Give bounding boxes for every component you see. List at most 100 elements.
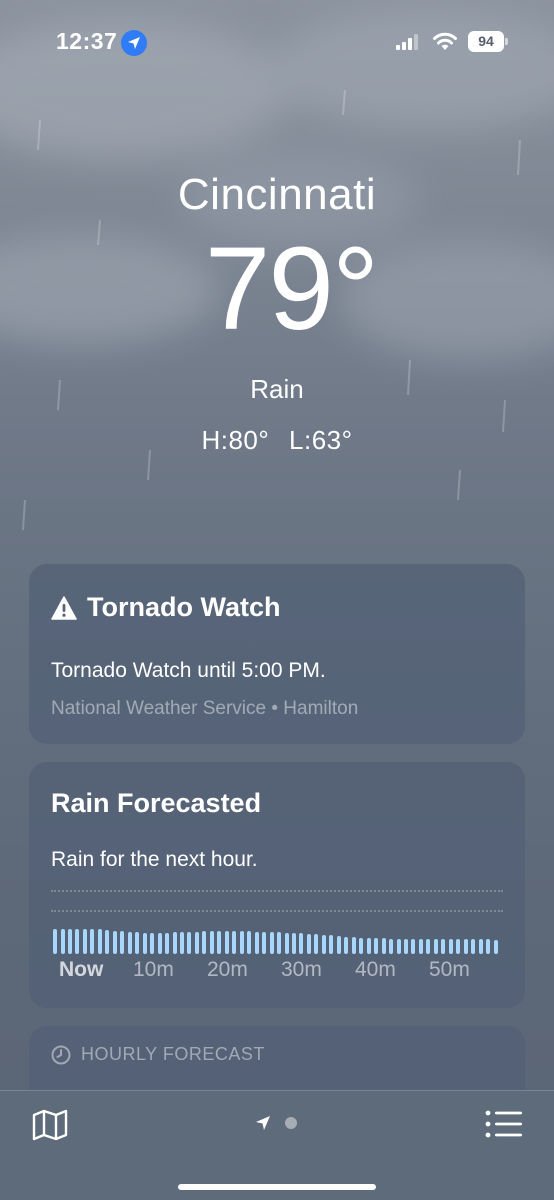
- tornado-watch-card[interactable]: Tornado Watch Tornado Watch until 5:00 P…: [29, 564, 525, 744]
- hourly-forecast-heading: HOURLY FORECAST: [51, 1044, 265, 1065]
- clock-icon: [51, 1045, 71, 1064]
- precipitation-bar: [441, 939, 446, 954]
- time-axis: Now 10m 20m 30m 40m 50m: [57, 958, 517, 984]
- wifi-icon: [433, 32, 457, 50]
- precipitation-bar: [426, 939, 431, 954]
- page-indicator[interactable]: [255, 1115, 297, 1131]
- time-tick-label: 50m: [429, 958, 470, 981]
- precipitation-bar: [493, 939, 498, 954]
- tornado-watch-heading: Tornado Watch: [51, 592, 280, 623]
- precipitation-bar: [179, 932, 184, 954]
- precipitation-bar: [359, 937, 364, 954]
- map-icon[interactable]: [30, 1107, 70, 1143]
- chart-gridline: [51, 890, 503, 892]
- precipitation-bar: [329, 935, 334, 954]
- precipitation-bar: [336, 936, 341, 954]
- precipitation-bar: [209, 930, 214, 954]
- precipitation-bar: [142, 932, 147, 954]
- low-temperature: L:63°: [289, 425, 353, 455]
- time-tick-label: 20m: [207, 958, 248, 981]
- precipitation-bar: [403, 939, 408, 954]
- precipitation-bar: [471, 939, 476, 954]
- city-name: Cincinnati: [177, 170, 377, 219]
- rain-forecast-title: Rain Forecasted: [51, 788, 262, 818]
- precipitation-bar: [456, 939, 461, 954]
- precipitation-bar: [217, 930, 222, 954]
- precipitation-bar: [277, 932, 281, 954]
- precipitation-bar: [150, 933, 155, 954]
- precipitation-bar: [478, 939, 483, 954]
- rain-forecast-card[interactable]: Rain Forecasted Rain for the next hour. …: [29, 762, 525, 1008]
- hourly-forecast-label: HOURLY FORECAST: [81, 1044, 265, 1064]
- current-location-arrow-icon[interactable]: [255, 1115, 271, 1131]
- precipitation-bar: [112, 930, 117, 954]
- high-low: H:80° L:63°: [0, 425, 554, 456]
- current-conditions: Cincinnati 79° Rain H:80° L:63°: [0, 170, 554, 456]
- current-temperature: 79°: [204, 223, 379, 355]
- precipitation-chart: [51, 884, 503, 954]
- precipitation-bar: [97, 929, 102, 954]
- precipitation-bar: [389, 938, 393, 954]
- precipitation-bar: [433, 939, 438, 954]
- precipitation-bar: [239, 930, 244, 954]
- precipitation-bar: [306, 933, 311, 954]
- precipitation-bar: [344, 936, 349, 954]
- precipitation-bar: [448, 939, 453, 954]
- battery-icon: 94: [468, 31, 508, 52]
- home-indicator[interactable]: [178, 1184, 376, 1190]
- precipitation-bar: [314, 934, 319, 954]
- precipitation-bar: [172, 932, 177, 954]
- precipitation-bar: [396, 939, 401, 954]
- precipitation-bar: [284, 932, 289, 954]
- precipitation-bar: [194, 931, 199, 954]
- precipitation-bar: [67, 928, 72, 954]
- precipitation-bar: [135, 932, 140, 954]
- time-tick-label: Now: [59, 958, 104, 981]
- precipitation-bar: [299, 933, 304, 954]
- tornado-watch-title: Tornado Watch: [87, 592, 281, 622]
- precipitation-bar: [247, 931, 252, 954]
- cellular-signal-icon: [396, 34, 418, 50]
- precipitation-bar: [254, 931, 259, 954]
- precipitation-bar: [351, 937, 356, 954]
- precipitation-bar: [60, 928, 65, 954]
- page-dot[interactable]: [285, 1117, 297, 1129]
- precipitation-bar: [53, 929, 57, 954]
- precipitation-bars: [53, 924, 501, 954]
- time-tick-label: 40m: [355, 958, 396, 981]
- high-temperature: H:80°: [201, 425, 270, 455]
- rain-forecast-body: Rain for the next hour.: [51, 848, 258, 871]
- precipitation-bar: [374, 938, 379, 954]
- location-list-icon[interactable]: [484, 1109, 524, 1139]
- precipitation-bar: [366, 937, 371, 954]
- precipitation-bar: [120, 931, 125, 954]
- precipitation-bar: [381, 938, 386, 954]
- precipitation-bar: [463, 939, 468, 954]
- chart-gridline: [51, 910, 503, 912]
- precipitation-bar: [486, 939, 491, 954]
- time-tick-label: 30m: [281, 958, 322, 981]
- battery-level: 94: [468, 31, 504, 52]
- precipitation-bar: [202, 931, 207, 954]
- precipitation-bar: [232, 930, 237, 954]
- precipitation-bar: [291, 933, 296, 954]
- precipitation-bar: [127, 931, 132, 954]
- precipitation-bar: [157, 933, 162, 954]
- precipitation-bar: [165, 932, 169, 954]
- precipitation-bar: [262, 931, 267, 954]
- tornado-watch-body: Tornado Watch until 5:00 PM.: [51, 659, 326, 682]
- clock-time: 12:37: [56, 28, 118, 54]
- status-bar: 12:37 94: [0, 0, 554, 80]
- location-arrow-icon: [121, 30, 147, 56]
- precipitation-bar: [411, 939, 416, 954]
- bottom-toolbar: [0, 1090, 554, 1200]
- tornado-watch-source: National Weather Service • Hamilton: [51, 698, 359, 719]
- precipitation-bar: [187, 931, 192, 954]
- precipitation-bar: [82, 928, 87, 954]
- precipitation-bar: [75, 928, 80, 954]
- precipitation-bar: [224, 930, 229, 954]
- precipitation-bar: [105, 930, 110, 954]
- precipitation-bar: [321, 934, 326, 954]
- condition-text: Rain: [250, 374, 304, 404]
- precipitation-bar: [269, 932, 274, 954]
